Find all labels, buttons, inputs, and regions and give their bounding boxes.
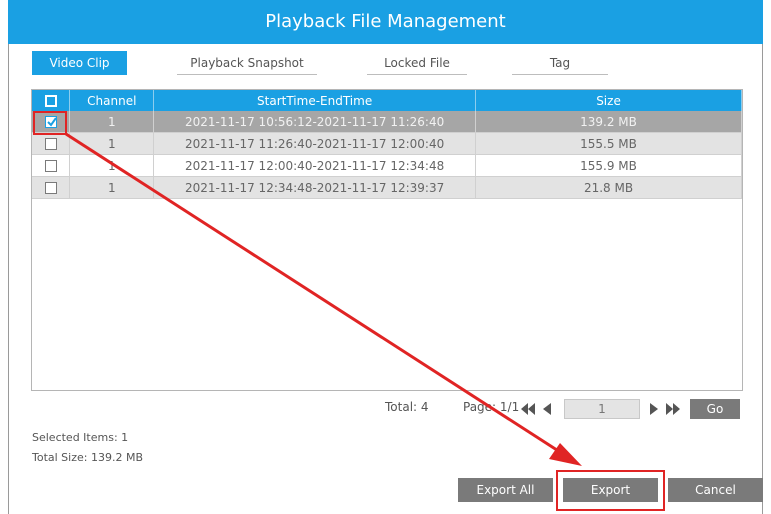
column-header-channel[interactable]: Channel: [69, 90, 155, 111]
cell-size: 21.8 MB: [475, 176, 742, 199]
row-checkbox[interactable]: [44, 160, 57, 172]
cell-time: 2021-11-17 10:56:12-2021-11-17 11:26:40: [153, 111, 477, 133]
table-row[interactable]: 1 2021-11-17 12:00:40-2021-11-17 12:34:4…: [32, 154, 742, 177]
cancel-button[interactable]: Cancel: [668, 478, 763, 502]
row-checkbox[interactable]: [44, 182, 57, 194]
dialog-title: Playback File Management: [8, 0, 763, 44]
first-page-icon[interactable]: [519, 402, 537, 416]
cell-size: 155.5 MB: [475, 132, 742, 155]
table-row[interactable]: 1 2021-11-17 12:34:48-2021-11-17 12:39:3…: [32, 176, 742, 199]
tab-video-clip[interactable]: Video Clip: [32, 51, 127, 75]
cell-time: 2021-11-17 12:00:40-2021-11-17 12:34:48: [153, 154, 477, 177]
cell-channel: 1: [69, 154, 155, 177]
cell-size: 139.2 MB: [475, 111, 742, 133]
export-all-button[interactable]: Export All: [458, 478, 553, 502]
cell-channel: 1: [69, 111, 155, 133]
select-all-checkbox[interactable]: [44, 95, 57, 107]
table-row[interactable]: 1 2021-11-17 11:26:40-2021-11-17 12:00:4…: [32, 132, 742, 155]
cell-time: 2021-11-17 11:26:40-2021-11-17 12:00:40: [153, 132, 477, 155]
select-all-cell: [32, 90, 71, 111]
tab-playback-snapshot[interactable]: Playback Snapshot: [177, 51, 317, 75]
next-page-icon[interactable]: [648, 402, 660, 416]
total-count: Total: 4: [385, 400, 429, 414]
cell-size: 155.9 MB: [475, 154, 742, 177]
page-indicator: Page: 1/1: [463, 400, 520, 414]
tab-locked-file[interactable]: Locked File: [367, 51, 467, 75]
page-number-input[interactable]: 1: [564, 399, 640, 419]
cell-channel: 1: [69, 176, 155, 199]
prev-page-icon[interactable]: [541, 402, 553, 416]
row-checkbox-checked[interactable]: [44, 116, 57, 128]
table-row[interactable]: 1 2021-11-17 10:56:12-2021-11-17 11:26:4…: [32, 111, 742, 133]
last-page-icon[interactable]: [664, 402, 682, 416]
selected-items-text: Selected Items: 1: [32, 431, 129, 444]
cell-time: 2021-11-17 12:34:48-2021-11-17 12:39:37: [153, 176, 477, 199]
cell-channel: 1: [69, 132, 155, 155]
table-header: Channel StartTime-EndTime Size: [32, 90, 742, 111]
export-button[interactable]: Export: [563, 478, 658, 502]
tab-tag[interactable]: Tag: [512, 51, 608, 75]
column-header-time[interactable]: StartTime-EndTime: [153, 90, 477, 111]
go-button[interactable]: Go: [690, 399, 740, 419]
file-table: Channel StartTime-EndTime Size 1 2021-11…: [31, 89, 743, 391]
row-checkbox[interactable]: [44, 138, 57, 150]
total-size-text: Total Size: 139.2 MB: [32, 451, 143, 464]
column-header-size[interactable]: Size: [475, 90, 742, 111]
checkmark-icon: [46, 117, 57, 127]
